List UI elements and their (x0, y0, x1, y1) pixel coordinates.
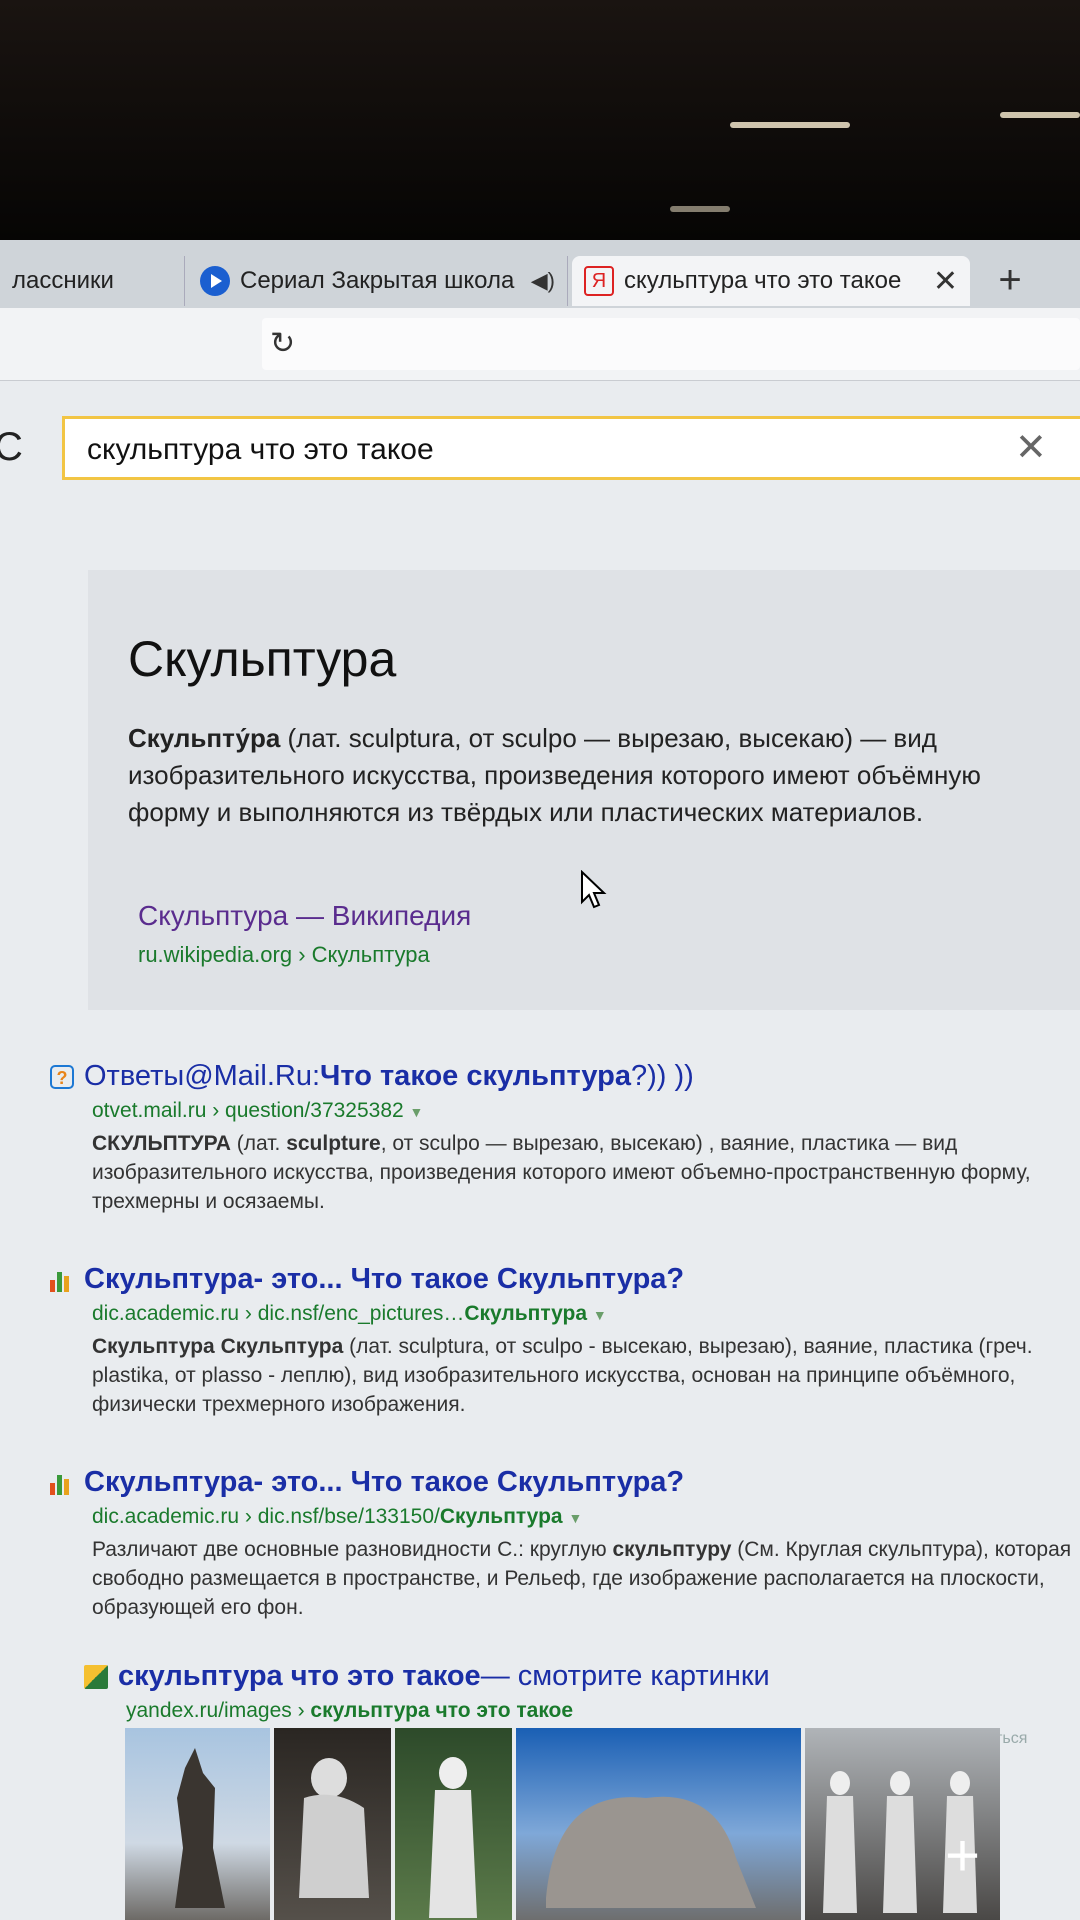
statue-silhouette-icon (175, 1748, 225, 1908)
source-separator: › (292, 942, 312, 967)
snippet-text: (лат. (230, 1132, 287, 1155)
url-text: yandex.ru/images › (126, 1699, 311, 1722)
card-term: Скульпту́ра (128, 723, 281, 753)
image-thumbnail[interactable] (274, 1728, 391, 1920)
play-icon (200, 266, 230, 296)
dropdown-arrow-icon[interactable]: ▼ (593, 1307, 607, 1323)
image-thumbnail[interactable] (395, 1728, 512, 1920)
image-thumbnail[interactable] (516, 1728, 801, 1920)
search-input[interactable]: скульптура что это такое ✕ (62, 416, 1080, 480)
reload-icon[interactable]: ↻ (270, 326, 295, 361)
dropdown-arrow-icon[interactable]: ▼ (410, 1104, 424, 1120)
address-bar: ↻ (0, 308, 1080, 381)
yandex-icon: Я (584, 266, 614, 296)
result-snippet: Скульптура Скульптура (лат. sculptura, о… (92, 1332, 1080, 1419)
tab-search-active[interactable]: Я скульптура что это такое ✕ (572, 256, 970, 306)
result-snippet: Различают две основные разновидности С.:… (92, 1535, 1080, 1622)
result-title-link[interactable]: скульптура что это такое — смотрите карт… (84, 1660, 1080, 1693)
close-tab-icon[interactable]: ✕ (933, 264, 958, 299)
more-images-icon[interactable]: + (945, 1821, 980, 1890)
image-thumbnail[interactable]: + (805, 1728, 1000, 1920)
new-tab-button[interactable]: + (985, 256, 1035, 306)
tab-odnoklassniki[interactable]: лассники (0, 256, 185, 306)
url-bold: скульптура что это такое (310, 1699, 574, 1722)
image-thumbnails: + (125, 1728, 1080, 1920)
url-text: dic.academic.ru › dic.nsf/enc_pictures… (92, 1302, 465, 1325)
title-part: - это... Что такое Скульптура? (253, 1466, 685, 1498)
result-url[interactable]: dic.academic.ru › dic.nsf/enc_pictures…С… (92, 1302, 1080, 1326)
title-part: - это... Что такое Скульптура? (253, 1263, 685, 1295)
snippet-bold: скульптуру (612, 1538, 732, 1561)
light-glare (1000, 112, 1080, 118)
source-domain: ru.wikipedia.org (138, 942, 293, 967)
url-bold: Скульптура (464, 1302, 588, 1325)
url-bold: Скульптура (439, 1505, 563, 1528)
card-source-url[interactable]: ru.wikipedia.org › Скульптура (138, 942, 430, 968)
browser-window: лассники Сериал Закрытая школа ◀) Я скул… (0, 240, 1080, 1920)
result-title-link[interactable]: ? Ответы@Mail.Ru: Что такое скульптура?)… (50, 1060, 1080, 1093)
url-text: otvet.mail.ru › question/37325382 (92, 1099, 404, 1122)
monitor-surroundings (0, 0, 1080, 240)
statue-silhouette-icon (429, 1757, 477, 1918)
academic-icon (50, 1268, 74, 1292)
snippet-bold: Скульптура Скульптура (92, 1335, 344, 1358)
tab-label: скульптура что это такое (624, 267, 902, 294)
light-glare (730, 122, 850, 128)
title-part: Что такое скульптура (320, 1060, 632, 1092)
light-glare (670, 206, 730, 212)
result-url[interactable]: otvet.mail.ru › question/37325382 ▼ (92, 1099, 1080, 1123)
title-part: Скульптура (84, 1263, 254, 1295)
title-part: Скульптура (84, 1466, 254, 1498)
search-result: ? Ответы@Mail.Ru: Что такое скульптура?)… (50, 1060, 1080, 1216)
result-snippet: СКУЛЬПТУРА (лат. sculpture, от sculpo — … (92, 1129, 1080, 1216)
speaker-icon[interactable]: ◀) (531, 268, 555, 294)
url-field[interactable] (262, 318, 1080, 370)
lion-statue-icon (546, 1796, 756, 1908)
result-title-link[interactable]: Скульптура - это... Что такое Скульптура… (50, 1466, 1080, 1499)
result-url[interactable]: yandex.ru/images › скульптура что это та… (126, 1699, 1080, 1723)
knowledge-card: Скульптура Скульпту́ра (лат. sculptura, … (88, 570, 1080, 1010)
yandex-logo-fragment[interactable]: C (0, 425, 23, 470)
result-title-link[interactable]: Скульптура - это... Что такое Скульптура… (50, 1263, 1080, 1296)
clear-icon[interactable]: ✕ (1015, 425, 1047, 470)
tab-bar: лассники Сериал Закрытая школа ◀) Я скул… (0, 240, 1080, 308)
search-result: Скульптура - это... Что такое Скульптура… (50, 1466, 1080, 1622)
image-thumbnail[interactable] (125, 1728, 270, 1920)
card-description: Скульпту́ра (лат. sculptura, от sculpo —… (128, 720, 1028, 831)
mail-answers-icon: ? (50, 1064, 74, 1089)
wikipedia-link[interactable]: Скульптура — Википедия (138, 900, 471, 932)
source-path: Скульптура (311, 942, 430, 967)
card-title: Скульптура (128, 631, 397, 687)
academic-icon (50, 1471, 74, 1495)
mouse-cursor-icon (581, 870, 607, 909)
title-part: скульптура что это такое (118, 1660, 481, 1692)
title-part: Ответы@Mail.Ru: (84, 1060, 321, 1092)
dropdown-arrow-icon[interactable]: ▼ (568, 1510, 582, 1526)
title-part: — смотрите картинки (480, 1660, 770, 1692)
image-icon (84, 1664, 108, 1689)
statue-silhouette-icon (299, 1758, 369, 1898)
snippet-bold: СКУЛЬПТУРА (92, 1132, 231, 1155)
url-text: dic.academic.ru › dic.nsf/bse/133150/ (92, 1505, 440, 1528)
tab-label: Сериал Закрытая школа (240, 267, 515, 294)
images-result: скульптура что это такое — смотрите карт… (50, 1660, 1080, 1723)
search-result: Скульптура - это... Что такое Скульптура… (50, 1263, 1080, 1419)
tab-serial[interactable]: Сериал Закрытая школа ◀) (188, 256, 568, 306)
snippet-bold: sculpture (286, 1132, 381, 1155)
search-query: скульптура что это такое (87, 433, 434, 466)
snippet-text: Различают две основные разновидности С.:… (92, 1538, 613, 1561)
tab-label: лассники (12, 267, 114, 294)
result-url[interactable]: dic.academic.ru › dic.nsf/bse/133150/Ску… (92, 1505, 1080, 1529)
title-part: ?)) )) (631, 1060, 694, 1092)
